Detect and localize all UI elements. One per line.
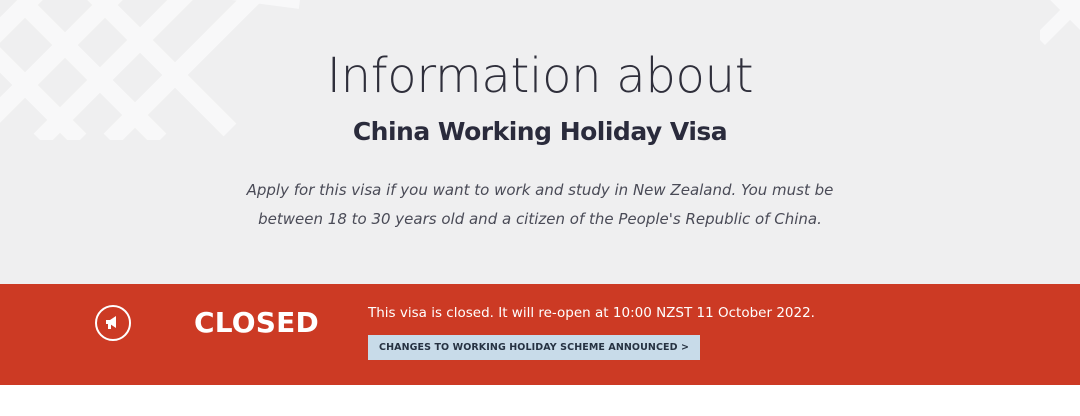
status-badge: CLOSED — [194, 306, 319, 339]
page-title: Information about — [326, 48, 754, 104]
status-message: This visa is closed. It will re-open at … — [368, 305, 815, 321]
visa-status-banner: CLOSED This visa is closed. It will re-o… — [0, 284, 1080, 385]
visa-name: China Working Holiday Visa — [352, 117, 728, 146]
scheme-changes-link-button[interactable]: CHANGES TO WORKING HOLIDAY SCHEME ANNOUN… — [368, 335, 701, 360]
hero-section: Information about China Working Holiday … — [0, 0, 1080, 284]
megaphone-icon — [95, 305, 131, 341]
visa-description: Apply for this visa if you want to work … — [246, 181, 834, 228]
